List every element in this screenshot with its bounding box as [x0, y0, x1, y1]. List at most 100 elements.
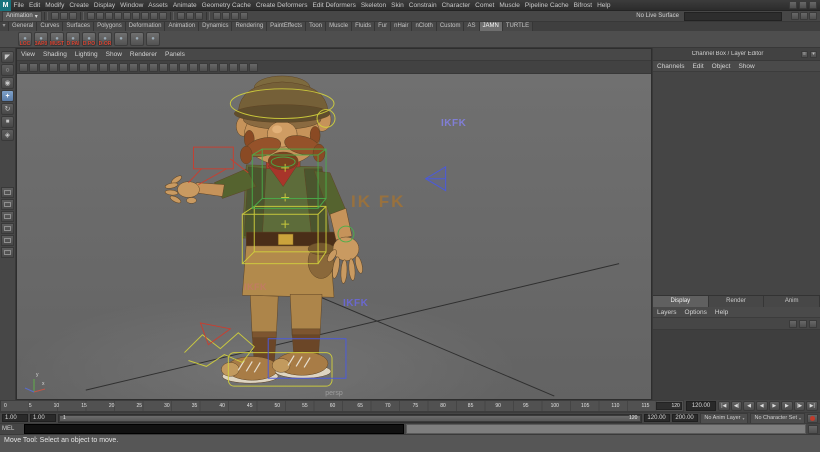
menu-item[interactable]: Edit Deformers	[310, 2, 358, 9]
character-set-selector[interactable]: No Character Set	[750, 413, 805, 424]
shelf-tab[interactable]: AS	[464, 22, 479, 31]
transport-button[interactable]	[794, 401, 806, 411]
shelf-menu-icon[interactable]: ▾	[0, 22, 9, 31]
panel-toolbar-icon[interactable]	[99, 63, 108, 72]
panel-toolbar-icon[interactable]	[19, 63, 28, 72]
transport-button[interactable]	[731, 401, 743, 411]
status-icon[interactable]	[240, 12, 248, 20]
channel-box-body[interactable]	[653, 72, 820, 295]
shelf-item[interactable]: LOC	[18, 32, 32, 46]
transport-button[interactable]	[743, 401, 755, 411]
shelf-item[interactable]: D PO	[82, 32, 96, 46]
tool-button[interactable]	[1, 90, 14, 102]
transport-button[interactable]	[781, 401, 793, 411]
panel-toolbar-icon[interactable]	[159, 63, 168, 72]
shelf-tab[interactable]: Rendering	[232, 22, 267, 31]
shelf-tab[interactable]: Surfaces	[63, 22, 94, 31]
status-icon[interactable]	[96, 12, 104, 20]
animation-end-field[interactable]: 200.00	[672, 414, 698, 422]
shelf-tab[interactable]: Fur	[375, 22, 391, 31]
menu-set-selector[interactable]: Animation ▾	[2, 11, 42, 22]
shelf-tab[interactable]: Custom	[437, 22, 465, 31]
layer-editor-menu-item[interactable]: Layers	[653, 309, 681, 316]
menu-item[interactable]: Character	[439, 2, 473, 9]
menu-item[interactable]: Edit	[26, 2, 42, 9]
panel-toolbar-icon[interactable]	[149, 63, 158, 72]
anim-layer-selector[interactable]: No Anim Layer	[700, 413, 748, 424]
status-icon[interactable]	[60, 12, 68, 20]
status-icon[interactable]	[195, 12, 203, 20]
panel-toolbar-icon[interactable]	[49, 63, 58, 72]
tool-button[interactable]	[1, 77, 14, 89]
panel-toolbar-icon[interactable]	[169, 63, 178, 72]
channel-box-menu-item[interactable]: Object	[708, 63, 735, 70]
quick-select-field[interactable]	[684, 12, 782, 21]
shelf-item[interactable]: D PAI	[66, 32, 80, 46]
menu-item[interactable]: Muscle	[497, 2, 523, 9]
menu-item[interactable]: Display	[91, 2, 117, 9]
channel-box-menu-item[interactable]: Channels	[653, 63, 688, 70]
shelf-item[interactable]: D-OR	[98, 32, 112, 46]
panel-toolbar-icon[interactable]	[39, 63, 48, 72]
layout-button[interactable]	[1, 199, 14, 210]
status-icon[interactable]	[159, 12, 167, 20]
command-input[interactable]	[24, 424, 404, 434]
shelf-tab[interactable]: Polygons	[94, 22, 126, 31]
panel-toolbar-icon[interactable]	[209, 63, 218, 72]
viewport-canvas[interactable]	[17, 74, 651, 399]
shelf-tab[interactable]: JAMN	[480, 22, 503, 31]
status-icon[interactable]	[231, 12, 239, 20]
layer-list[interactable]	[653, 330, 820, 400]
status-icon[interactable]	[791, 12, 799, 20]
layer-editor-menu-item[interactable]: Help	[711, 309, 732, 316]
shelf-item[interactable]	[114, 32, 128, 46]
menu-item[interactable]: File	[11, 2, 26, 9]
menu-item[interactable]: Create Deformers	[253, 2, 310, 9]
status-icon[interactable]	[87, 12, 95, 20]
panel-menu-item[interactable]: Lighting	[71, 51, 102, 58]
shelf-tab[interactable]: nCloth	[412, 22, 436, 31]
layer-toolbar-icon[interactable]	[789, 320, 797, 328]
status-icon[interactable]	[51, 12, 59, 20]
range-slider-bar[interactable]: 1 120	[60, 416, 640, 421]
panel-toolbar-icon[interactable]	[249, 63, 258, 72]
auto-keyframe-toggle[interactable]	[807, 414, 818, 423]
menu-item[interactable]: Skeleton	[358, 2, 388, 9]
status-icon[interactable]	[186, 12, 194, 20]
command-language-toggle[interactable]: MEL	[2, 426, 22, 432]
shelf-tab[interactable]: Deformation	[126, 22, 166, 31]
shelf-tab[interactable]: PaintEffects	[267, 22, 306, 31]
panel-toolbar-icon[interactable]	[189, 63, 198, 72]
transport-button[interactable]	[718, 401, 730, 411]
tool-button[interactable]	[1, 116, 14, 128]
transport-button[interactable]	[756, 401, 768, 411]
panel-toolbar-icon[interactable]	[109, 63, 118, 72]
shelf-tab[interactable]: Animation	[165, 22, 199, 31]
shelf-item[interactable]: MUST	[50, 32, 64, 46]
shelf-item[interactable]	[146, 32, 160, 46]
panel-menu-item[interactable]: Show	[102, 51, 126, 58]
panel-menu-item[interactable]: Renderer	[126, 51, 161, 58]
layer-toolbar-icon[interactable]	[809, 320, 817, 328]
transport-button[interactable]	[769, 401, 781, 411]
menubar-icon[interactable]	[809, 1, 817, 9]
layout-button[interactable]	[1, 187, 14, 198]
panel-toolbar-icon[interactable]	[129, 63, 138, 72]
menu-item[interactable]: Animate	[170, 2, 199, 9]
status-icon[interactable]	[141, 12, 149, 20]
panel-menu-icon[interactable]: ≡	[801, 51, 808, 58]
menu-item[interactable]: Help	[595, 2, 613, 9]
shelf-tab[interactable]: Curves	[37, 22, 63, 31]
status-icon[interactable]	[800, 12, 808, 20]
tool-button[interactable]	[1, 129, 14, 141]
status-icon[interactable]	[177, 12, 185, 20]
layer-editor-menu-item[interactable]: Options	[681, 309, 711, 316]
status-icon[interactable]	[69, 12, 77, 20]
current-time-field[interactable]: 120.00	[686, 401, 716, 411]
status-icon[interactable]	[132, 12, 140, 20]
panel-menu-item[interactable]: Shading	[39, 51, 71, 58]
shelf-tab[interactable]: Dynamics	[199, 22, 232, 31]
status-icon[interactable]	[123, 12, 131, 20]
menubar-icon[interactable]	[789, 1, 797, 9]
shelf-tab[interactable]: nHair	[391, 22, 412, 31]
